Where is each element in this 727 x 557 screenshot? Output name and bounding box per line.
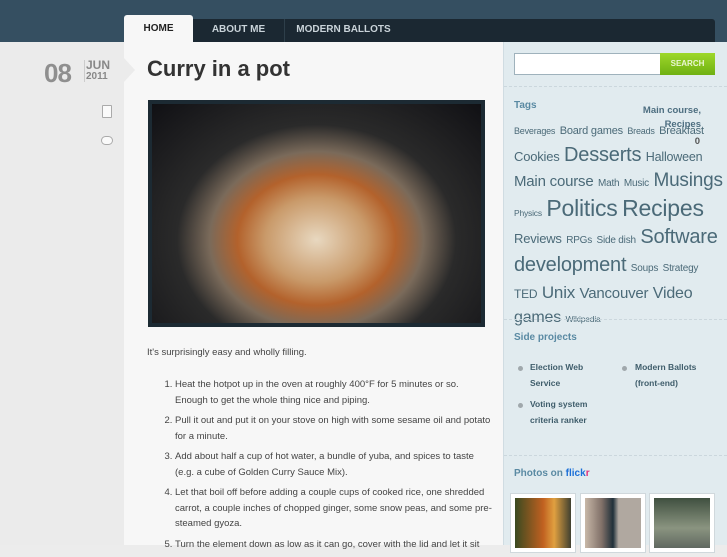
bullet-icon: [518, 366, 523, 371]
tag-link[interactable]: Vancouver: [580, 285, 649, 302]
category-link[interactable]: Main course,: [643, 105, 701, 116]
post-day: 08: [44, 58, 72, 88]
tag-link[interactable]: Board games: [560, 125, 623, 137]
main-nav: HOME ABOUT ME MODERN BALLOTS: [124, 15, 715, 42]
tag-link[interactable]: Strategy: [663, 263, 699, 274]
bullet-icon: [622, 366, 627, 371]
tag-cloud: Beverages Board games Breads Breakfast C…: [514, 118, 726, 331]
project-link[interactable]: Voting system criteria ranker: [530, 397, 600, 428]
tag-link[interactable]: Breakfast: [659, 125, 704, 137]
tab-home[interactable]: HOME: [124, 15, 193, 42]
post-year: 2011: [86, 71, 108, 82]
step-item: Pull it out and put it on your stove on …: [175, 413, 493, 444]
tag-link[interactable]: Side dish: [597, 235, 637, 246]
date-arrow: [124, 58, 135, 82]
post-month: JUN: [86, 58, 111, 72]
tag-link[interactable]: Soups: [631, 263, 659, 274]
project-link[interactable]: Modern Ballots (front-end): [635, 360, 715, 391]
photos-title: Photos on flickr: [514, 468, 590, 479]
tag-link[interactable]: Breads: [627, 126, 655, 136]
tag-link[interactable]: Musings: [653, 170, 723, 191]
step-item: Let that boil off before adding a couple…: [175, 485, 493, 532]
tag-link[interactable]: Recipes: [622, 195, 704, 221]
steps-list: Heat the hotpot up in the oven at roughl…: [163, 377, 493, 557]
post-intro: It's surprisingly easy and wholly fillin…: [147, 347, 307, 358]
tag-link[interactable]: Software: [640, 226, 718, 248]
tag-link[interactable]: Music: [624, 178, 649, 189]
tag-link[interactable]: Politics: [546, 195, 617, 221]
flickr-logo-r: r: [585, 468, 590, 479]
divider: [504, 455, 727, 456]
tag-link[interactable]: Desserts: [564, 144, 642, 166]
step-item: Turn the element down as low as it can g…: [175, 537, 493, 553]
comment-bubble-icon: [101, 136, 113, 145]
tag-link[interactable]: Physics: [514, 208, 542, 218]
divider: [504, 319, 727, 320]
post-month-year: JUN 2011: [84, 58, 111, 82]
tag-link[interactable]: development: [514, 254, 627, 276]
project-link[interactable]: Election Web Service: [530, 360, 600, 391]
tab-about-me[interactable]: ABOUT ME: [193, 19, 285, 42]
search-input[interactable]: [514, 53, 661, 75]
tag-link[interactable]: RPGs: [566, 235, 592, 246]
flickr-logo: flick: [565, 468, 586, 479]
flickr-thumbnail[interactable]: [510, 493, 576, 553]
tag-link[interactable]: Unix: [542, 283, 575, 302]
tag-link[interactable]: Main course: [514, 173, 594, 190]
post-title[interactable]: Curry in a pot: [147, 56, 290, 82]
step-item: Heat the hotpot up in the oven at roughl…: [175, 377, 493, 408]
tags-title: Tags: [514, 100, 537, 111]
flickr-thumbnail[interactable]: [580, 493, 646, 553]
post-photo: [148, 100, 485, 327]
side-projects-title: Side projects: [514, 332, 577, 343]
tag-link[interactable]: Cookies: [514, 149, 560, 164]
tag-link[interactable]: Reviews: [514, 231, 562, 246]
tag-link[interactable]: Beverages: [514, 126, 555, 136]
tag-link[interactable]: TED: [514, 287, 538, 301]
tag-link[interactable]: Math: [598, 178, 620, 189]
search-button[interactable]: SEARCH: [660, 53, 715, 75]
document-icon: [102, 105, 112, 118]
tag-link[interactable]: Halloween: [646, 150, 703, 164]
divider: [504, 86, 727, 87]
bullet-icon: [518, 403, 523, 408]
photos-label: Photos on: [514, 468, 563, 479]
flickr-thumbnail[interactable]: [649, 493, 715, 553]
tab-modern-ballots[interactable]: MODERN BALLOTS: [286, 19, 401, 42]
step-item: Add about half a cup of hot water, a bun…: [175, 449, 493, 480]
